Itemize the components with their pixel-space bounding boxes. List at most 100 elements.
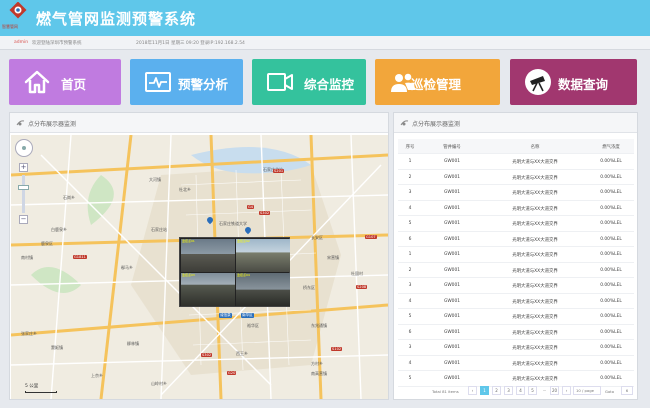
nav-alert-analysis-tile[interactable]: 预警分析 [130, 59, 243, 105]
road-badge: S201 [273, 169, 285, 173]
map-panel: 点分布展示器监测 大河镇 杜北乡 石岗乡 白鹿泉乡 石家庄站 石家庄铁道大学 长… [9, 112, 389, 400]
map-pan-control[interactable] [15, 139, 33, 157]
location-name: 光明大道与XX大道交界 [512, 237, 558, 243]
well-id: GW001 [443, 314, 461, 319]
app-header: 智慧管网 燃气管网监测预警系统 [0, 0, 650, 36]
video-wall[interactable]: 监控点01 监控点02 监控点03 监控点04 [179, 237, 290, 307]
well-id: GW001 [443, 174, 461, 180]
row-index: 4 [408, 298, 412, 304]
table-row[interactable]: 2 GW001 光明大道与XX大道交界 0.00%LEL [398, 170, 634, 185]
map-marker-label[interactable]: 诚信泉 [219, 313, 232, 318]
table-row[interactable]: 3 GW001 光明大道与XX大道交界 0.00%LEL [398, 185, 634, 201]
location-name: 光明大道与XX大道交界 [512, 253, 558, 258]
table-row[interactable]: 6 GW001 光明大道与XX大道交界 0.00%LEL [398, 325, 634, 340]
table-row[interactable]: 5 GW001 光明大道与XX大道交界 0.00%LEL [398, 216, 634, 232]
nav-data-query-tile[interactable]: 数据查询 [510, 59, 637, 105]
well-id: GW001 [443, 283, 461, 288]
zoom-out-button[interactable]: − [19, 215, 28, 224]
table-row[interactable]: 2 GW001 光明大道与XX大道交界 0.00%LEL [398, 263, 634, 278]
page-button[interactable]: 20 [550, 386, 559, 395]
video-label: 监控点04 [237, 273, 250, 277]
road-badge: G4 [247, 205, 255, 209]
row-index: 6 [408, 329, 412, 335]
page-button[interactable]: 3 [504, 386, 513, 395]
gas-concentration: 0.00%LEL [600, 314, 622, 319]
map-zoom-control: + − [15, 139, 33, 224]
gas-concentration: 0.00%LEL [600, 159, 622, 164]
table-row[interactable]: 4 GW001 光明大道与XX大道交界 0.00%LEL [398, 356, 634, 371]
video-feed[interactable]: 监控点04 [236, 273, 290, 306]
location-name: 光明大道与XX大道交界 [512, 361, 558, 367]
table-row[interactable]: 4 GW001 光明大道与XX大道交界 0.00%LEL [398, 201, 634, 216]
map-label: 裕华区 [247, 323, 259, 328]
map-label: 大河镇 [149, 177, 161, 182]
next-page-button[interactable]: › [562, 386, 571, 395]
column-header[interactable]: 序号 [398, 144, 422, 150]
well-id: GW001 [443, 205, 461, 211]
page-size-select[interactable]: 10 / page [573, 386, 601, 395]
map-marker-label[interactable]: 南华区 [241, 313, 254, 318]
zoom-in-button[interactable]: + [19, 163, 28, 172]
sensor-table: 序号 管井编号 名称 燃气浓度 1 GW001 光明大道与XX大道交界 0.00%LE… [398, 139, 634, 387]
well-id: GW001 [443, 159, 461, 164]
row-index: 1 [408, 252, 412, 257]
well-id: GW001 [443, 221, 461, 226]
map-label: 鹿泉区 [41, 241, 53, 246]
table-row[interactable]: 3 GW001 光明大道与XX大道交界 0.00%LEL [398, 278, 634, 294]
map-label: 西王乡 [236, 351, 248, 356]
map-label: 南村镇 [21, 255, 33, 260]
satellite-icon [16, 120, 25, 126]
row-index: 2 [408, 267, 412, 273]
page-button[interactable]: 5 [528, 386, 537, 395]
location-name: 光明大道与XX大道交界 [512, 284, 558, 289]
map-label: 上京乡 [91, 373, 103, 378]
app-title: 燃气管网监测预警系统 [36, 10, 197, 28]
map-label: 长安区 [311, 235, 323, 240]
map-canvas[interactable]: 大河镇 杜北乡 石岗乡 石家庄北站 白鹿泉乡 石家庄站 石家庄铁道大学 长安区 … [11, 135, 388, 399]
satellite-icon [400, 120, 409, 126]
zoom-slider-track[interactable] [22, 175, 25, 213]
table-row[interactable]: 4 GW001 光明大道与XX大道交界 0.00%LEL [398, 294, 634, 309]
nav-home-tile[interactable]: 首页 [9, 59, 121, 105]
table-row[interactable]: 1 GW001 光明大道与XX大道交界 0.00%LEL [398, 154, 634, 170]
pagination-total: Total 81 items [432, 389, 459, 394]
video-feed[interactable]: 监控点01 [181, 239, 235, 272]
table-panel-title: 点分布展示器监测 [412, 121, 461, 128]
zoom-slider-thumb[interactable] [18, 185, 29, 190]
map-label: 山岭村乡 [151, 381, 167, 386]
column-header[interactable]: 管井编号 [428, 144, 476, 150]
nav-monitor-label: 综合监控 [304, 77, 355, 92]
location-name: 光明大道与XX大道交界 [512, 191, 558, 196]
column-header[interactable]: 燃气浓度 [588, 144, 634, 150]
table-row[interactable]: 5 GW001 光明大道与XX大道交界 0.00%LEL [398, 309, 634, 325]
nav-patrol-tile[interactable]: 巡检管理 [375, 59, 500, 105]
nav-home-label: 首页 [61, 77, 87, 92]
map-scale-label: 5 公里 [25, 384, 39, 389]
gas-concentration: 0.00%LEL [600, 283, 622, 288]
row-index: 5 [408, 221, 412, 226]
page-button[interactable]: 2 [492, 386, 501, 395]
goto-page-input[interactable]: 6 [621, 386, 633, 395]
login-info: 2018年11月1日 星期三 09:20 登录IP:192.168.2.54 [136, 41, 245, 46]
table-row[interactable]: 3 GW001 光明大道与XX大道交界 0.00%LEL [398, 340, 634, 356]
row-index: 6 [408, 236, 412, 242]
row-index: 5 [408, 376, 412, 381]
prev-page-button[interactable]: ‹ [468, 386, 477, 395]
page-button[interactable]: 1 [480, 386, 489, 395]
row-index: 3 [408, 283, 412, 288]
page-ellipsis[interactable]: ... [540, 386, 549, 395]
nav-monitor-tile[interactable]: 综合监控 [252, 59, 366, 105]
location-name: 光明大道与XX大道交界 [512, 377, 558, 382]
video-feed[interactable]: 监控点02 [236, 239, 290, 272]
table-row[interactable]: 6 GW001 光明大道与XX大道交界 0.00%LEL [398, 232, 634, 247]
current-user-link[interactable]: admin [14, 40, 28, 45]
table-row[interactable]: 1 GW001 光明大道与XX大道交界 0.00%LEL [398, 247, 634, 263]
nav-query-label: 数据查询 [558, 77, 609, 92]
video-feed[interactable]: 监控点03 [181, 273, 235, 306]
map-label: 南高营镇 [311, 371, 327, 376]
column-header[interactable]: 名称 [480, 144, 590, 150]
map-label: 石家庄铁道大学 [219, 221, 247, 226]
location-name: 光明大道与XX大道交界 [512, 206, 558, 212]
well-id: GW001 [443, 236, 461, 242]
page-button[interactable]: 4 [516, 386, 525, 395]
